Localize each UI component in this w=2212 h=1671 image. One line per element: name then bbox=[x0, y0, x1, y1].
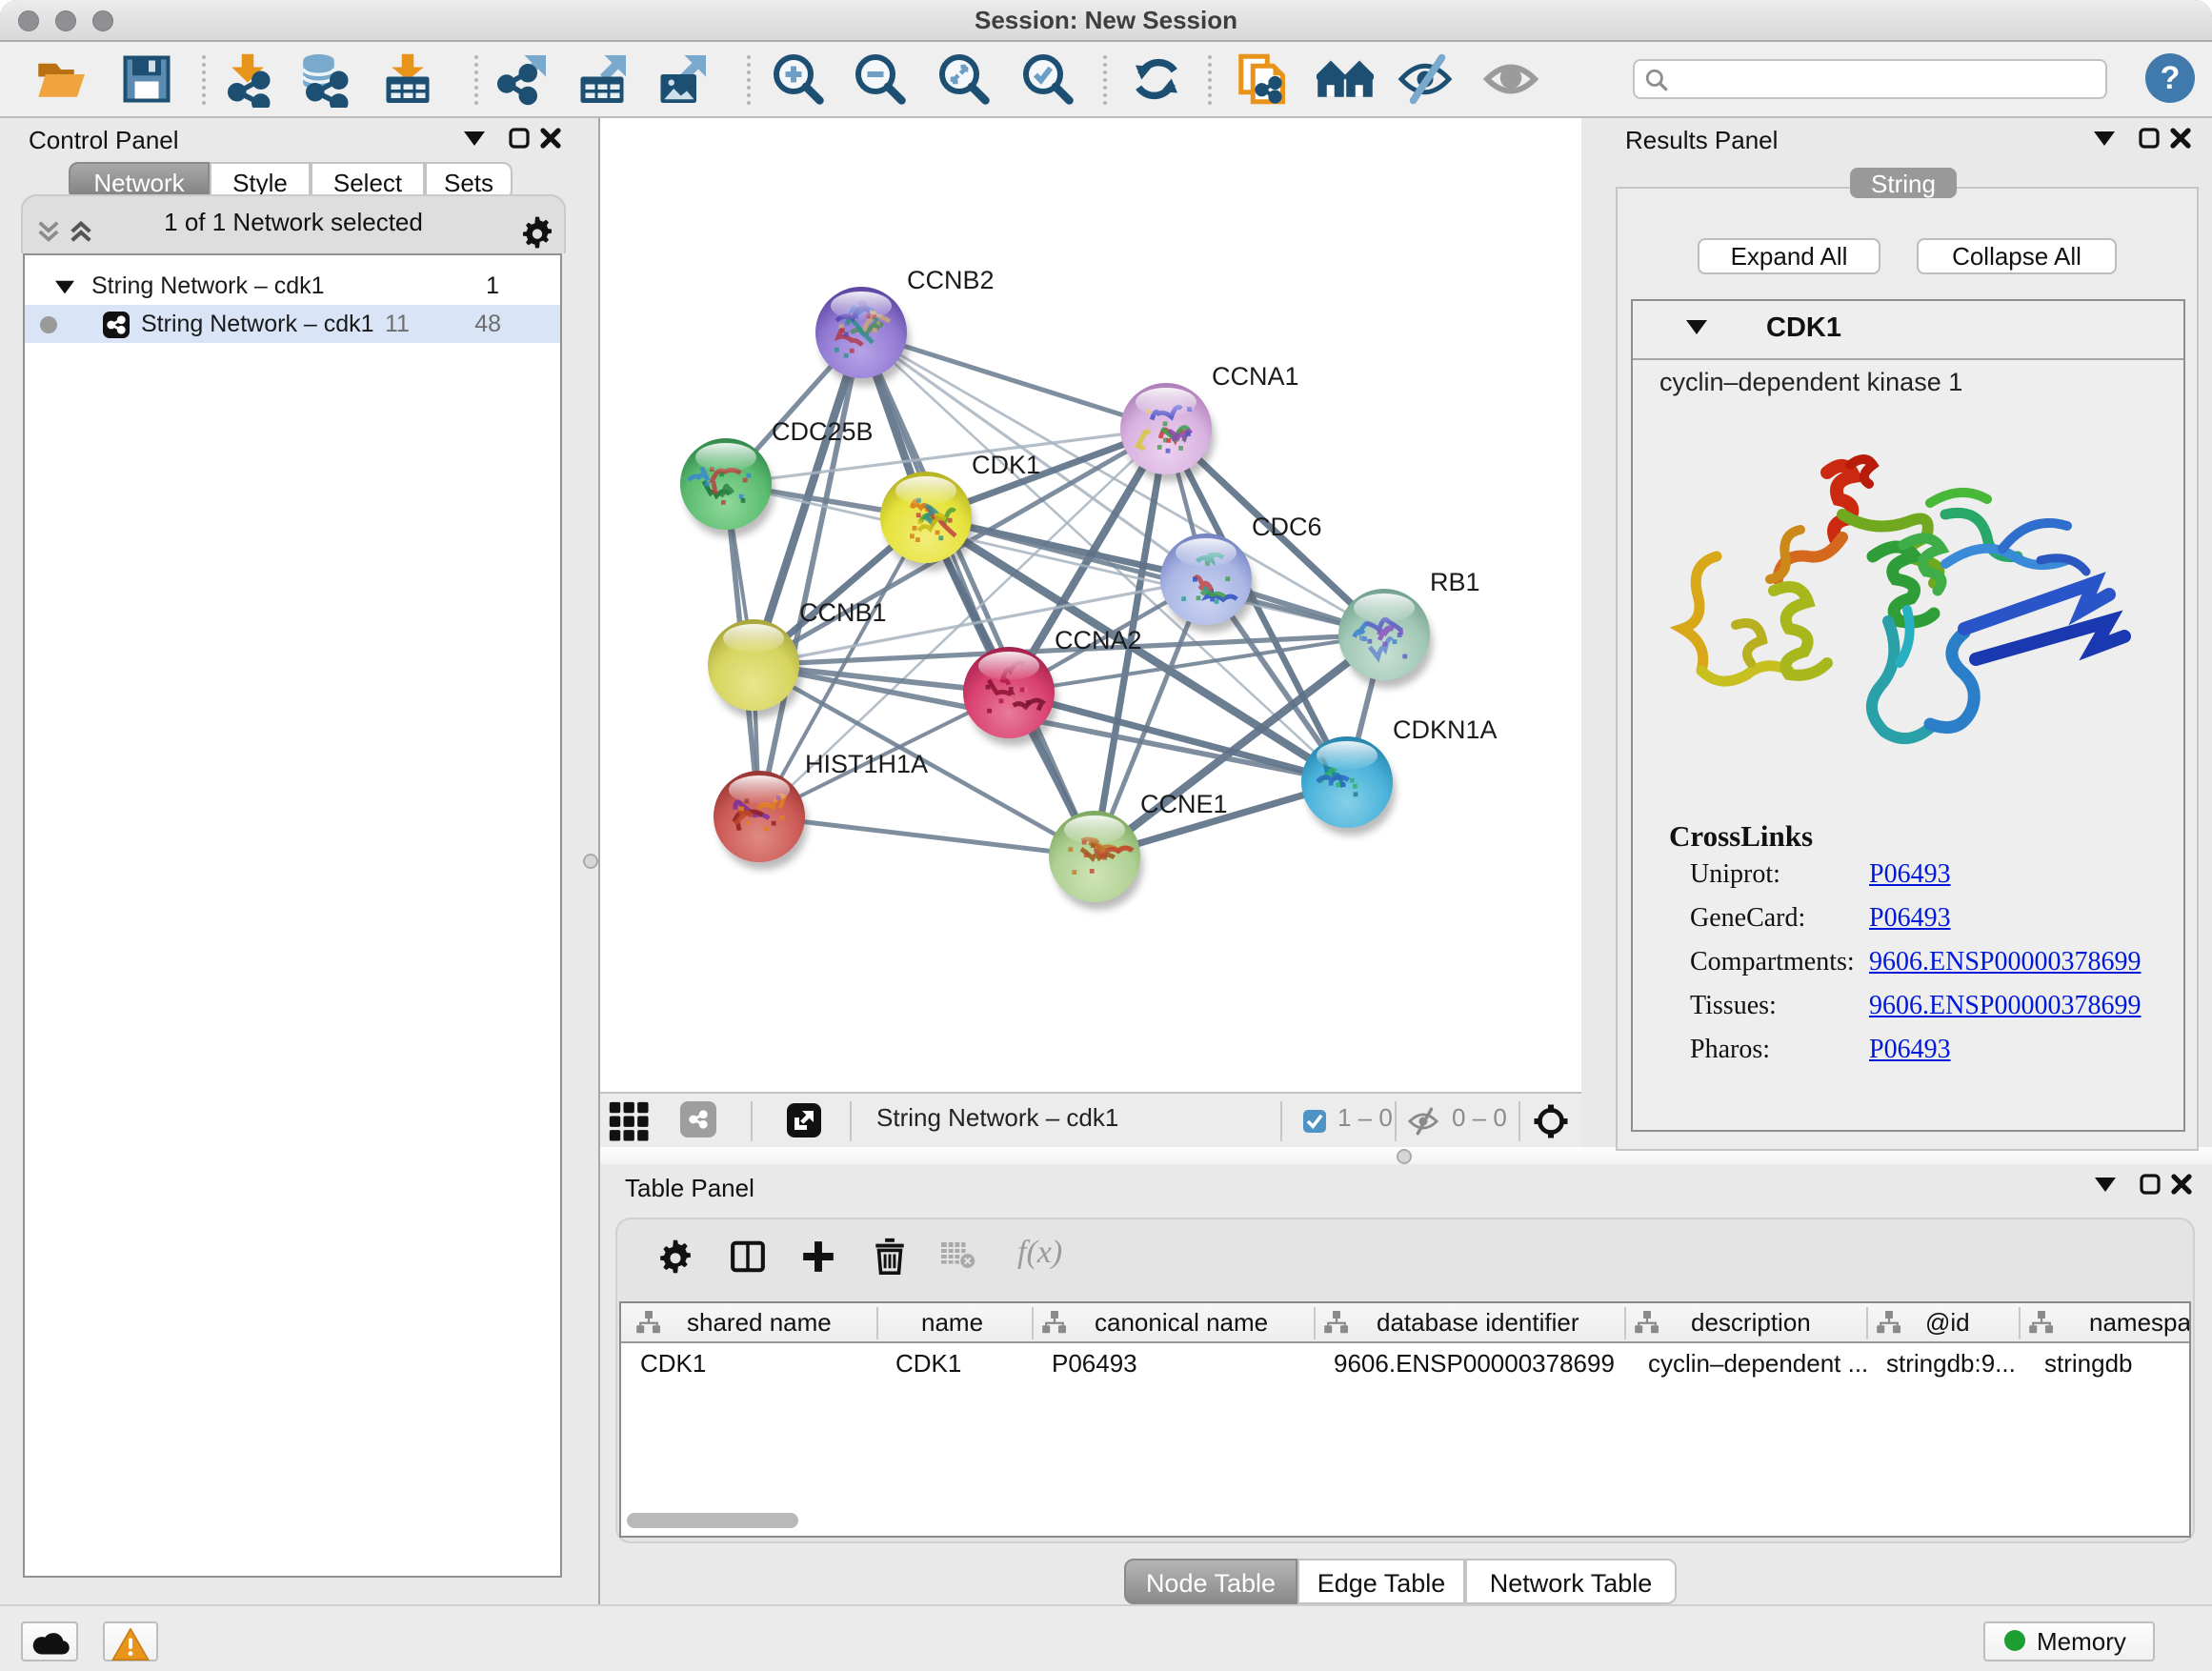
svg-text:CCNB1: CCNB1 bbox=[799, 598, 887, 627]
svg-text:CDKN1A: CDKN1A bbox=[1393, 715, 1498, 744]
svg-text:CCNA1: CCNA1 bbox=[1212, 362, 1299, 391]
svg-text:CCNE1: CCNE1 bbox=[1140, 790, 1228, 818]
svg-text:RB1: RB1 bbox=[1430, 568, 1480, 596]
svg-text:CDK1: CDK1 bbox=[972, 451, 1040, 479]
svg-text:CCNA2: CCNA2 bbox=[1055, 626, 1142, 654]
svg-text:CDC25B: CDC25B bbox=[772, 417, 874, 446]
svg-text:CDC6: CDC6 bbox=[1252, 513, 1322, 541]
svg-text:HIST1H1A: HIST1H1A bbox=[805, 750, 928, 778]
svg-text:CCNB2: CCNB2 bbox=[907, 266, 995, 294]
